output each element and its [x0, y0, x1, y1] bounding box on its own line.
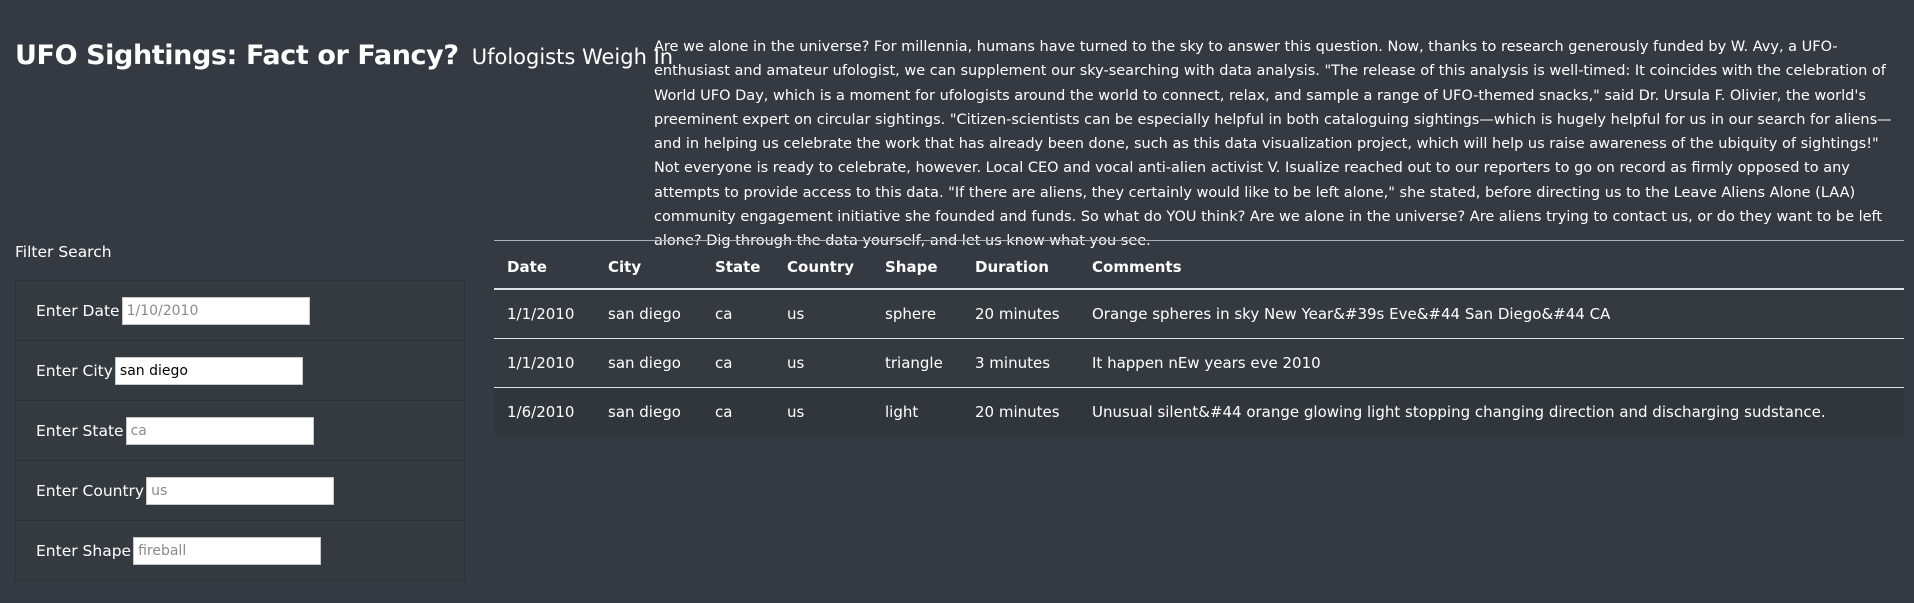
- cell-date: 1/1/2010: [494, 338, 595, 388]
- cell-date: 1/6/2010: [494, 387, 595, 436]
- intro-paragraph: Are we alone in the universe? For millen…: [654, 39, 1892, 250]
- filter-row-date: Enter Date: [16, 281, 464, 341]
- state-input[interactable]: [125, 416, 314, 445]
- table-row: 1/1/2010 san diego ca us sphere 20 minut…: [494, 289, 1904, 339]
- date-label: Enter Date: [36, 301, 120, 320]
- column-header-comments: Comments: [1079, 245, 1904, 290]
- table-row: 1/1/2010 san diego ca us triangle 3 minu…: [494, 338, 1904, 388]
- cell-country: us: [774, 289, 872, 339]
- cell-date: 1/1/2010: [494, 289, 595, 339]
- cell-shape: sphere: [872, 289, 962, 339]
- page-title-main: UFO Sightings: Fact or Fancy?: [15, 40, 459, 71]
- cell-state: ca: [702, 289, 774, 339]
- cell-comments: Unusual silent&#44 orange glowing light …: [1079, 387, 1904, 436]
- city-input[interactable]: [114, 356, 303, 385]
- cell-shape: light: [872, 387, 962, 436]
- column-header-shape: Shape: [872, 245, 962, 290]
- page: UFO Sightings: Fact or Fancy? Ufologists…: [0, 0, 1914, 603]
- cell-comments: It happen nEw years eve 2010: [1079, 338, 1904, 388]
- filter-row-country: Enter Country: [16, 461, 464, 521]
- cell-city: san diego: [595, 289, 702, 339]
- ufo-sightings-table: Date City State Country Shape Duration C…: [494, 245, 1904, 436]
- column-header-city: City: [595, 245, 702, 290]
- section-divider: [494, 240, 1904, 241]
- table-header-row: Date City State Country Shape Duration C…: [494, 245, 1904, 290]
- cell-duration: 3 minutes: [962, 338, 1079, 388]
- cell-city: san diego: [595, 338, 702, 388]
- cell-shape: triangle: [872, 338, 962, 388]
- page-title: UFO Sightings: Fact or Fancy? Ufologists…: [15, 34, 673, 72]
- cell-city: san diego: [595, 387, 702, 436]
- cell-duration: 20 minutes: [962, 289, 1079, 339]
- country-input[interactable]: [146, 476, 335, 505]
- column-header-date: Date: [494, 245, 595, 290]
- page-subtitle: Ufologists Weigh In: [471, 45, 674, 69]
- cell-country: us: [774, 338, 872, 388]
- city-label: Enter City: [36, 361, 113, 380]
- filter-panel: Enter Date Enter City Enter State Enter …: [15, 280, 465, 581]
- column-header-duration: Duration: [962, 245, 1079, 290]
- cell-state: ca: [702, 387, 774, 436]
- cell-comments: Orange spheres in sky New Year&#39s Eve&…: [1079, 289, 1904, 339]
- shape-label: Enter Shape: [36, 542, 132, 560]
- filter-row-city: Enter City: [16, 341, 464, 401]
- date-input[interactable]: [121, 296, 310, 325]
- filter-row-shape: Enter Shape: [16, 521, 464, 581]
- shape-input[interactable]: [133, 537, 322, 565]
- table-row: 1/6/2010 san diego ca us light 20 minute…: [494, 387, 1904, 436]
- country-label: Enter Country: [36, 481, 145, 500]
- state-label: Enter State: [36, 421, 124, 440]
- cell-duration: 20 minutes: [962, 387, 1079, 436]
- column-header-state: State: [702, 245, 774, 290]
- filter-row-state: Enter State: [16, 401, 464, 461]
- cell-state: ca: [702, 338, 774, 388]
- column-header-country: Country: [774, 245, 872, 290]
- cell-country: us: [774, 387, 872, 436]
- filter-search-heading: Filter Search: [15, 243, 112, 261]
